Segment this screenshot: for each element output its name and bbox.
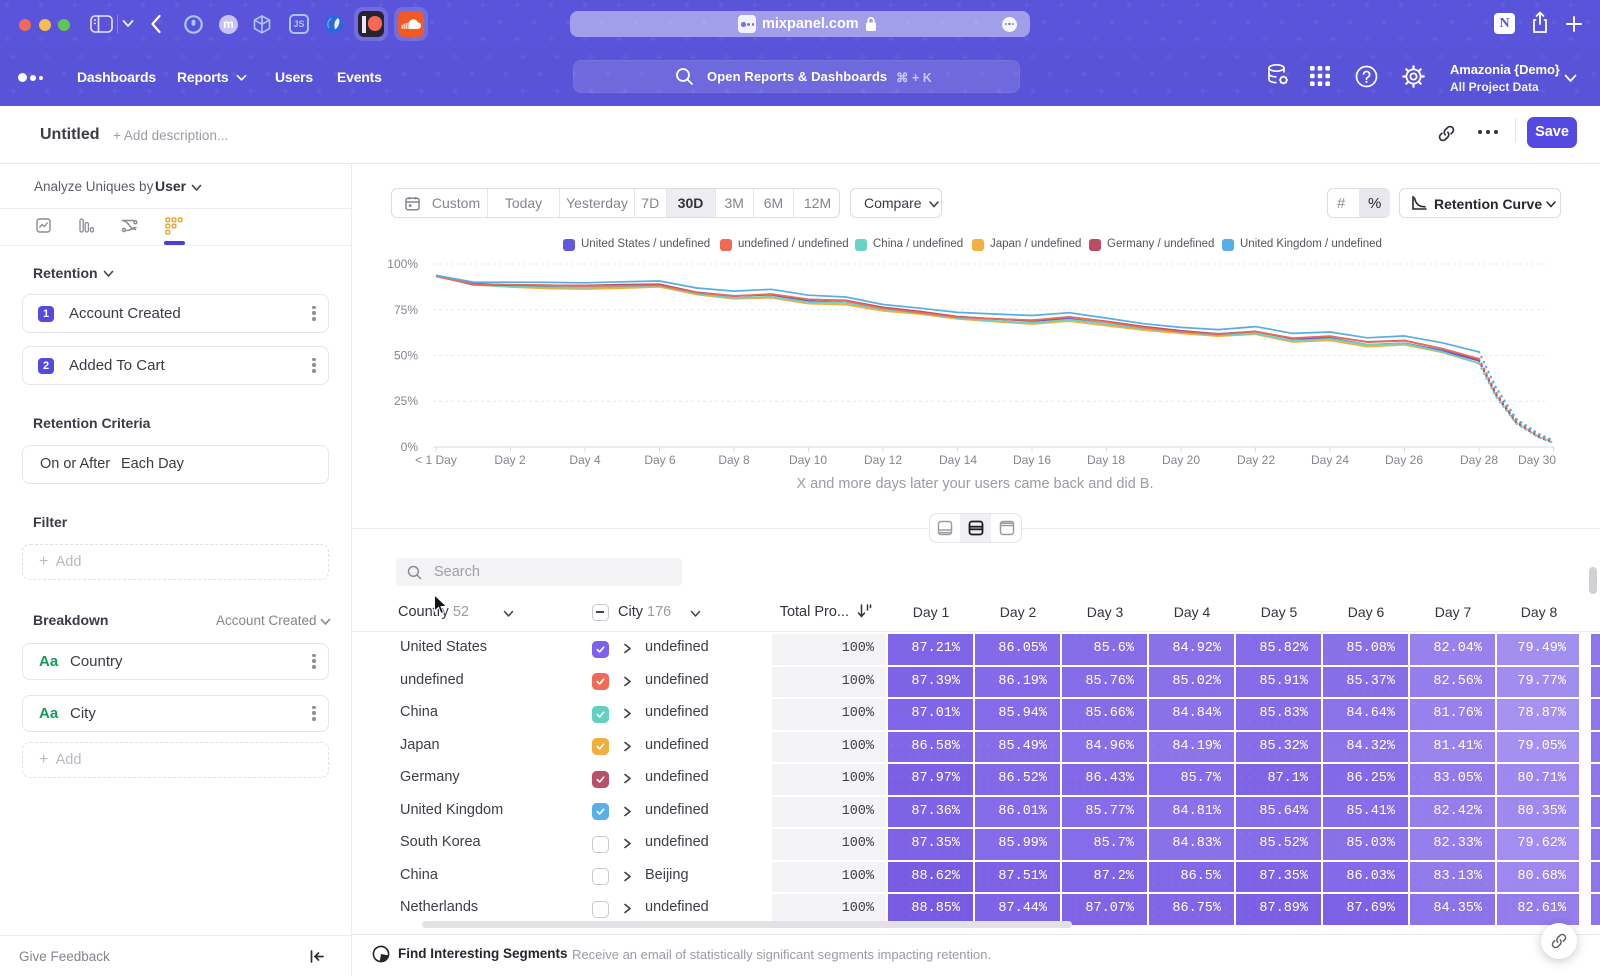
svg-text:Day 10: Day 10: [789, 453, 827, 467]
svg-text:Day 8: Day 8: [718, 453, 750, 467]
svg-text:Day 12: Day 12: [864, 453, 902, 467]
svg-text:< 1 Day: < 1 Day: [415, 453, 457, 467]
svg-text:Day 30: Day 30: [1518, 453, 1556, 467]
svg-text:Day 4: Day 4: [569, 453, 601, 467]
svg-text:0%: 0%: [401, 440, 419, 454]
svg-text:Day 26: Day 26: [1385, 453, 1423, 467]
svg-text:Day 14: Day 14: [939, 453, 977, 467]
svg-text:Day 22: Day 22: [1237, 453, 1275, 467]
svg-text:Day 18: Day 18: [1087, 453, 1125, 467]
svg-text:Day 28: Day 28: [1460, 453, 1498, 467]
svg-text:X and more days later your use: X and more days later your users came ba…: [796, 476, 1153, 492]
svg-text:100%: 100%: [387, 257, 418, 271]
svg-text:Day 24: Day 24: [1311, 453, 1349, 467]
svg-text:50%: 50%: [394, 349, 418, 363]
svg-text:Day 20: Day 20: [1162, 453, 1200, 467]
svg-text:Day 6: Day 6: [644, 453, 676, 467]
svg-text:75%: 75%: [394, 303, 418, 317]
svg-text:Day 2: Day 2: [494, 453, 526, 467]
svg-text:25%: 25%: [394, 394, 418, 408]
svg-text:Day 16: Day 16: [1013, 453, 1051, 467]
